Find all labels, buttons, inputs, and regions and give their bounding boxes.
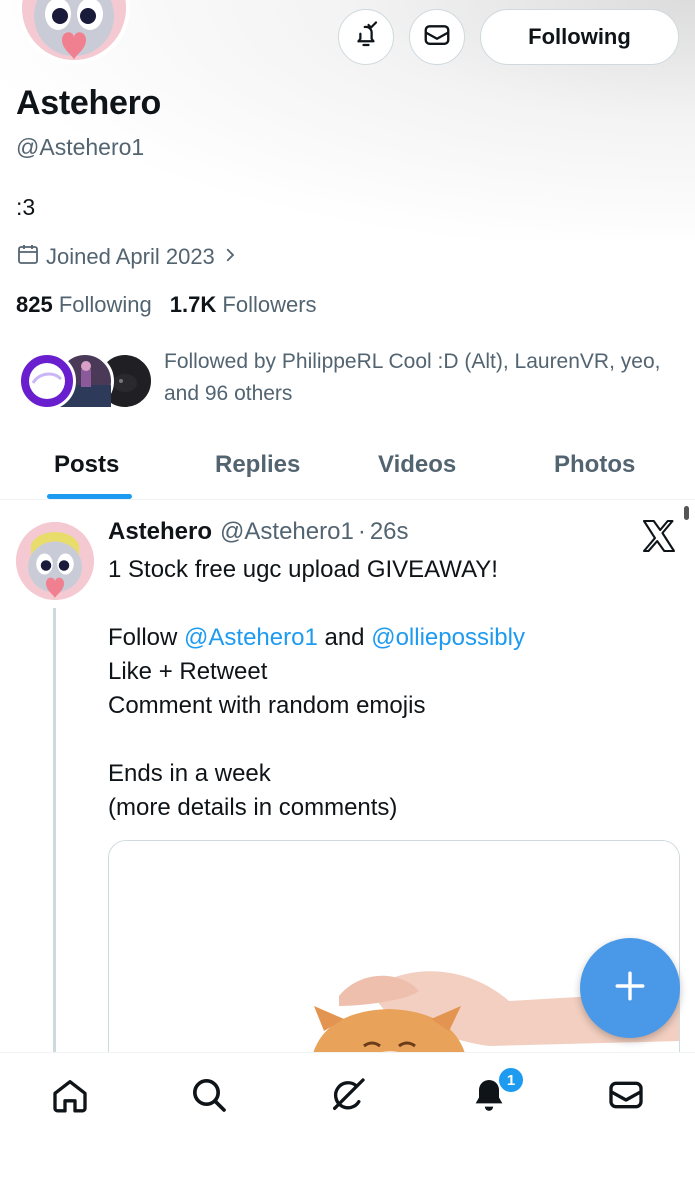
follow-stats: 825 Following 1.7K Followers: [16, 292, 317, 318]
post-follow-word: Follow: [108, 624, 185, 651]
post-avatar[interactable]: [16, 522, 94, 600]
followers-label: Followers: [222, 292, 317, 317]
compose-post-button[interactable]: [580, 938, 680, 1038]
followed-by-avatars[interactable]: [18, 352, 154, 412]
bottom-navigation: [0, 1052, 695, 1200]
tab-posts[interactable]: Posts: [54, 430, 119, 499]
tab-replies[interactable]: Replies: [215, 430, 300, 499]
mention-link[interactable]: @Astehero1: [184, 624, 318, 651]
calendar-icon: [16, 242, 40, 272]
active-tab-indicator: [47, 494, 132, 499]
notification-badge: 1: [497, 1066, 525, 1094]
bell-check-icon: [351, 20, 381, 55]
tab-photos[interactable]: Photos: [554, 430, 635, 499]
joined-label: Joined April 2023: [46, 244, 215, 269]
following-stat[interactable]: 825 Following: [16, 292, 152, 318]
profile-name: Astehero: [16, 84, 161, 122]
following-label: Following: [58, 292, 152, 317]
profile-bio: :3: [16, 194, 36, 220]
following-button[interactable]: Following: [480, 9, 679, 65]
following-count: 825: [16, 292, 53, 317]
post-separator: ·: [357, 518, 366, 545]
joined-date: Joined April 2023: [16, 242, 239, 272]
tab-videos[interactable]: Videos: [378, 430, 456, 499]
post-time[interactable]: 26s: [370, 518, 409, 546]
envelope-icon[interactable]: [606, 1075, 646, 1115]
x-logo-icon[interactable]: [640, 518, 680, 556]
grok-icon[interactable]: [328, 1075, 368, 1115]
post-line-details: (more details in comments): [108, 794, 398, 821]
followers-stat[interactable]: 1.7K Followers: [170, 292, 317, 318]
post-and-word: and: [317, 624, 372, 651]
plus-icon: [613, 969, 647, 1008]
home-icon[interactable]: [50, 1075, 90, 1115]
post-header: Astehero @Astehero1 · 26s: [108, 518, 409, 546]
followers-count: 1.7K: [169, 292, 217, 317]
scrollbar[interactable]: [684, 506, 689, 520]
chevron-right-icon[interactable]: [221, 244, 239, 270]
post-line-ends: Ends in a week: [108, 760, 271, 787]
thread-line: [53, 608, 56, 1053]
post-author[interactable]: Astehero: [108, 518, 212, 546]
post-line-title: 1 Stock free ugc upload GIVEAWAY!: [108, 556, 498, 583]
search-icon[interactable]: [189, 1075, 229, 1115]
post-handle[interactable]: @Astehero1: [220, 518, 354, 546]
message-button[interactable]: [409, 9, 465, 65]
post-body: 1 Stock free ugc upload GIVEAWAY! Follow…: [108, 553, 678, 825]
profile-handle: @Astehero1: [16, 134, 145, 160]
followed-by-text[interactable]: Followed by PhilippeRL Cool :D (Alt), La…: [164, 346, 674, 410]
notify-button[interactable]: [338, 9, 394, 65]
envelope-icon: [422, 20, 452, 55]
mention-link[interactable]: @olliepossibly: [371, 624, 525, 651]
post-line-comment: Comment with random emojis: [108, 692, 426, 719]
follower-avatar: [18, 352, 76, 410]
post-line-retweet: Like + Retweet: [108, 658, 268, 685]
profile-tabs: Posts Replies Videos Photos: [0, 430, 695, 500]
